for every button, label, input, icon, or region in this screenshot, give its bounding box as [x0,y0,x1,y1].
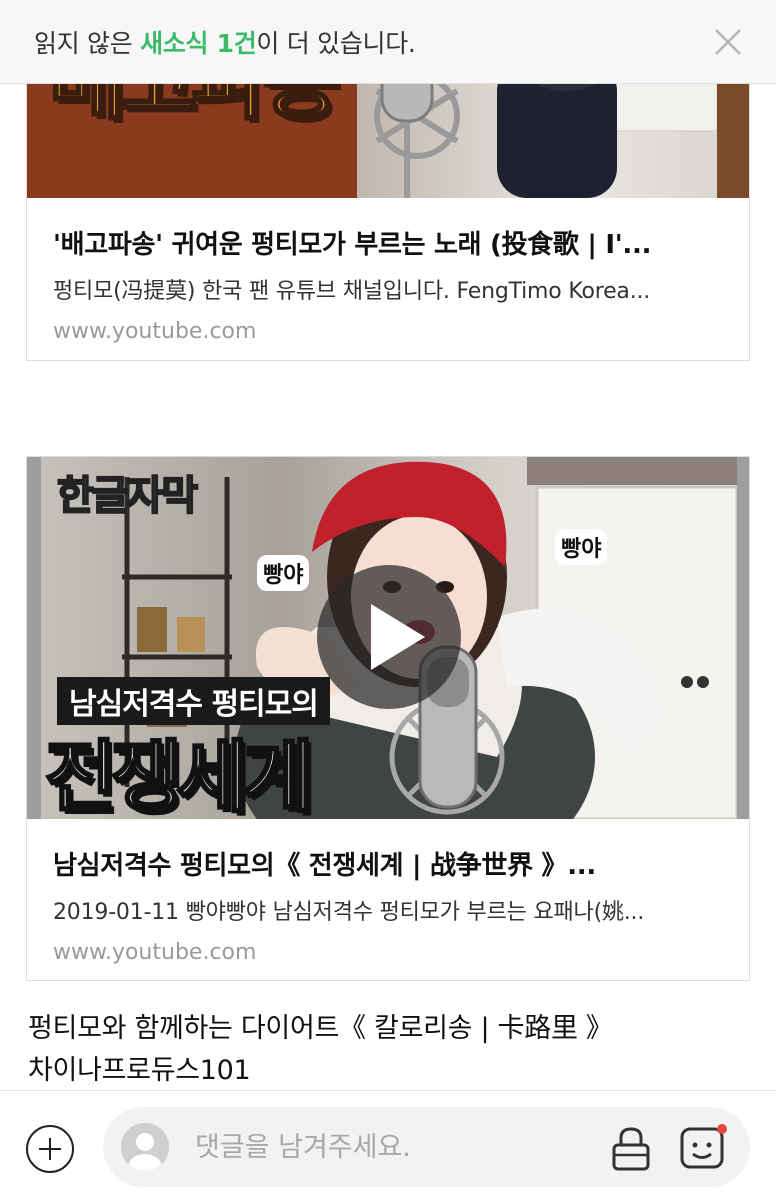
comment-bar [0,1090,776,1200]
new-badge-dot [717,1124,727,1134]
card-description-2: 2019-01-11 빵야빵야 남심저격수 펑티모가 부르는 요패나(姚... [53,900,645,925]
new-notification-banner[interactable]: 읽지 않은 새소식 1건이 더 있습니다. [0,0,776,84]
close-icon[interactable] [708,22,748,62]
card-title-2[interactable]: 남심저격수 펑티모의《 전쟁세계 | 战争世界 》... [53,845,723,882]
avatar-icon [121,1123,169,1171]
post-text-line-1: 펑티모와 함께하는 다이어트《 칼로리송 | 卡路里 》 [28,1013,613,1044]
emoji-icon[interactable] [679,1121,729,1171]
thumbnail-bubble-1: 빵야 [257,555,310,591]
card-description-1: 펑티모(冯提莫) 한국 팬 유튜브 채널입니다. FengTimo Korea.… [53,279,651,304]
notification-suffix: 이 더 있습니다. [256,28,416,58]
thumbnail-bubble-2: 빵야 [555,529,608,565]
notification-count: 새소식 1건 [140,28,257,58]
comment-input[interactable] [195,1127,575,1167]
card-title-1[interactable]: '배고파송' 귀여운 펑티모가 부르는 노래 (投食歌 | I'... [53,224,723,261]
link-preview-card-2[interactable]: 한글자막 빵야 빵야 남심저격수 펑티모의 전쟁세계 남심저격수 펑티모의《 전… [26,456,750,981]
thumbnail-corner-label: 한글자막 [56,472,199,520]
lock-icon[interactable] [609,1125,653,1171]
card-url-1: www.youtube.com [53,319,257,344]
video-thumbnail-2[interactable]: 한글자막 빵야 빵야 남심저격수 펑티모의 전쟁세계 [27,457,749,819]
notification-prefix: 읽지 않은 [34,28,141,58]
plus-icon[interactable] [26,1125,74,1173]
notification-text[interactable]: 읽지 않은 새소식 1건이 더 있습니다. [34,24,416,60]
card-url-2: www.youtube.com [53,940,257,965]
play-icon[interactable] [317,565,461,709]
post-text: 펑티모와 함께하는 다이어트《 칼로리송 | 卡路里 》 차이나프로듀스101 [28,1008,758,1090]
comment-box[interactable] [103,1107,750,1187]
feed-scroll-area[interactable]: 배고파송 '배고파송' 귀여운 펑티모가 부르는 노래 (投食歌 | I'...… [0,0,776,1090]
post-text-line-2: 차이나프로듀스101 [28,1055,251,1086]
thumbnail-caption-2: 전쟁세계 [43,732,315,820]
